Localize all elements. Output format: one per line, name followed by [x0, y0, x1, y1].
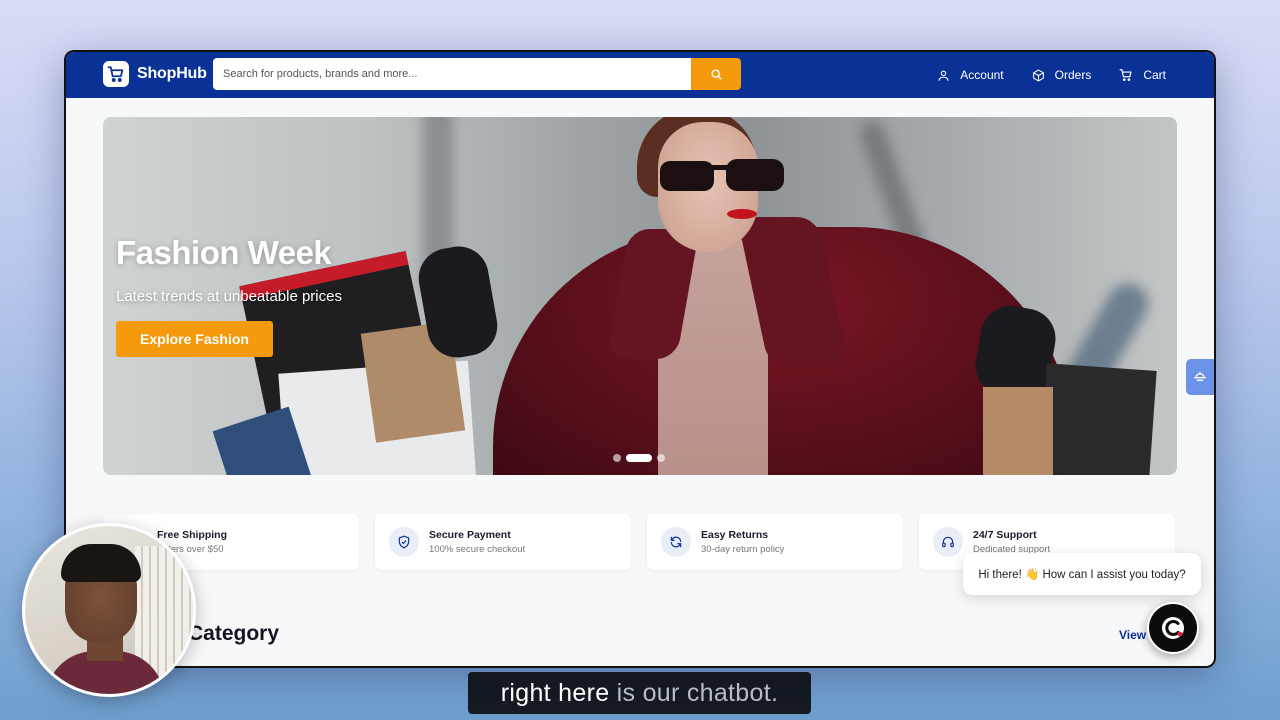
- section-title: Category: [188, 622, 280, 645]
- brand-logo[interactable]: ShopHub: [103, 61, 207, 87]
- view-all-link[interactable]: View: [1119, 628, 1146, 642]
- presenter-webcam: [22, 523, 196, 697]
- nav-account-label: Account: [960, 68, 1004, 82]
- hero-subtitle: Latest trends at unbeatable prices: [116, 288, 342, 305]
- tray-icon: [1194, 371, 1206, 381]
- nav-orders[interactable]: Orders: [1032, 68, 1092, 82]
- nav-cart[interactable]: Cart: [1119, 68, 1166, 82]
- side-floating-tab[interactable]: [1186, 359, 1214, 395]
- carousel-dot-3[interactable]: [657, 454, 665, 462]
- search-input[interactable]: [213, 58, 691, 90]
- feature-title: Free Shipping: [157, 529, 228, 541]
- top-navbar: ShopHub Account: [66, 52, 1214, 98]
- feature-title: Secure Payment: [429, 529, 511, 541]
- headset-icon: [933, 527, 963, 557]
- user-icon: [938, 70, 949, 81]
- feature-subtitle: 100% secure checkout: [429, 544, 526, 555]
- header-nav: Account Orders Cart: [937, 52, 1166, 98]
- cart-logo-icon: [103, 61, 129, 87]
- cart-icon: [1119, 69, 1132, 82]
- shopping-bag-right-kraft: [983, 387, 1053, 475]
- feature-title: 24/7 Support: [973, 529, 1037, 541]
- caption-highlight: right here: [500, 678, 610, 707]
- nav-orders-label: Orders: [1054, 68, 1092, 82]
- shopping-bag-right-black: [1039, 363, 1157, 475]
- caption-rest: is our chatbot.: [609, 678, 779, 707]
- feature-subtitle: 30-day return policy: [701, 544, 785, 555]
- box-icon: [1032, 69, 1044, 81]
- search-bar: [213, 58, 741, 90]
- chatbot-launcher-button[interactable]: [1147, 602, 1199, 654]
- chatbot-greeting-bubble[interactable]: Hi there! 👋 How can I assist you today?: [963, 553, 1201, 595]
- hero-banner[interactable]: Fashion Week Latest trends at unbeatable…: [103, 117, 1177, 475]
- nav-cart-label: Cart: [1143, 68, 1166, 82]
- search-icon: [710, 68, 722, 80]
- refresh-icon: [661, 527, 691, 557]
- feature-title: Easy Returns: [701, 529, 769, 541]
- feature-card-returns: Easy Returns 30-day return policy: [647, 514, 903, 570]
- sunglasses-icon: [660, 159, 784, 191]
- chatbot-logo-icon: [1162, 617, 1184, 639]
- presenter-hair: [61, 544, 141, 582]
- carousel-dot-1[interactable]: [613, 454, 621, 462]
- search-button[interactable]: [691, 58, 741, 90]
- explore-fashion-button[interactable]: Explore Fashion: [116, 321, 273, 357]
- video-caption: right here is our chatbot.: [468, 672, 811, 714]
- carousel-dot-2[interactable]: [626, 454, 652, 462]
- shield-icon: [389, 527, 419, 557]
- nav-account[interactable]: Account: [937, 68, 1004, 82]
- hero-title: Fashion Week: [116, 234, 332, 271]
- carousel-indicators: [613, 454, 665, 462]
- brand-name: ShopHub: [137, 65, 207, 82]
- model-lips: [727, 209, 757, 219]
- feature-card-payment: Secure Payment 100% secure checkout: [375, 514, 631, 570]
